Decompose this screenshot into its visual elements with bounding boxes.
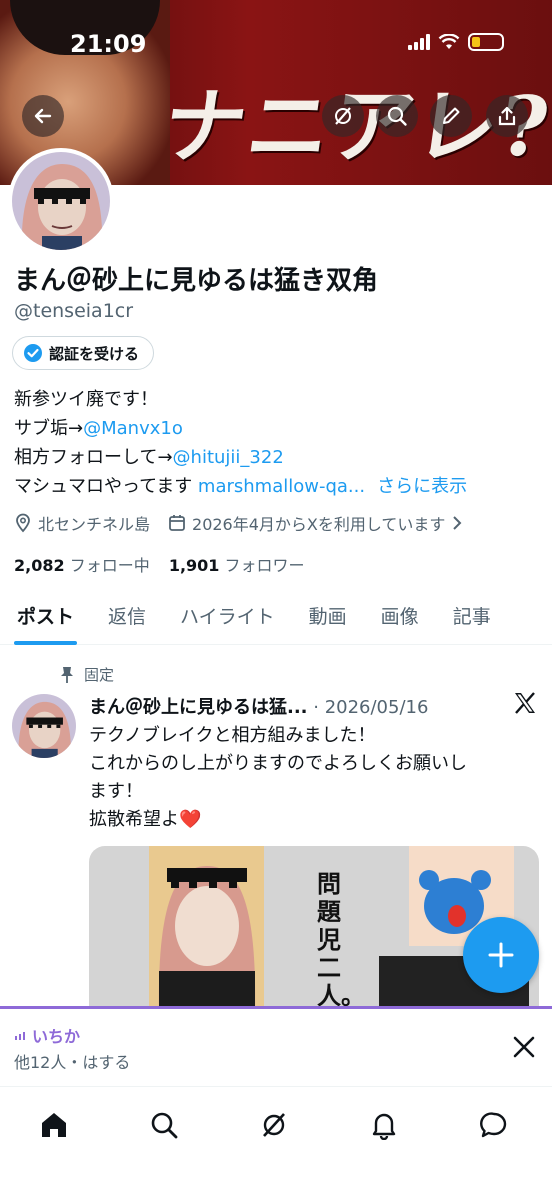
profile-avatar[interactable] <box>8 148 114 254</box>
profile-name: まん＠砂上に見ゆるは猛き双角 <box>14 266 379 296</box>
followers-link[interactable]: 1,901 フォロワー <box>169 556 305 575</box>
sub-account-link[interactable]: @Manvx1o <box>83 418 183 439</box>
grok-icon <box>263 1113 285 1137</box>
audio-bars-icon <box>15 1032 25 1040</box>
avatar-image <box>12 152 110 250</box>
close-icon[interactable] <box>512 1035 536 1059</box>
battery-icon <box>468 33 504 51</box>
signal-icon <box>408 34 430 50</box>
tab-replies[interactable]: 返信 <box>91 596 163 644</box>
verified-badge-icon <box>24 344 42 362</box>
chat-bubble-icon <box>480 1112 507 1138</box>
post-header: まん＠砂上に見ゆるは猛... · 2026/05/16 <box>89 697 429 718</box>
location-icon <box>16 513 30 533</box>
plus-icon <box>488 942 514 968</box>
grok-icon <box>335 107 351 125</box>
marshmallow-link[interactable]: marshmallow-qa... <box>198 476 365 497</box>
location-text: 北センチネル島 <box>38 515 151 534</box>
nav-search[interactable] <box>144 1105 184 1145</box>
tab-posts[interactable]: ポスト <box>0 596 91 645</box>
spaces-bar[interactable]: いちか 他12人・はする <box>0 1006 552 1086</box>
profile-tabs: ポスト 返信 ハイライト 動画 画像 記事 <box>0 596 552 645</box>
x-logo-icon[interactable] <box>512 690 538 716</box>
tab-videos[interactable]: 動画 <box>292 596 364 644</box>
nav-home[interactable] <box>34 1105 74 1145</box>
status-time: 21:09 <box>70 30 147 58</box>
status-icons <box>408 33 504 51</box>
joined-date: 2026年4月からXを利用しています <box>192 515 446 534</box>
edit-button[interactable] <box>430 95 472 137</box>
home-icon <box>42 1113 66 1137</box>
profile-meta: 北センチネル島 2026年4月からXを利用しています <box>14 511 463 535</box>
search-icon <box>151 1112 178 1139</box>
grok-button[interactable] <box>322 95 364 137</box>
tab-highlights[interactable]: ハイライト <box>163 596 292 644</box>
avatar-image <box>12 694 76 758</box>
post-date[interactable]: 2026/05/16 <box>325 697 429 718</box>
calendar-icon <box>169 515 185 531</box>
bio-line: マシュマロやってます marshmallow-qa... さらに表示 <box>14 476 468 497</box>
get-verified-label: 認証を受ける <box>49 344 140 363</box>
nav-messages[interactable] <box>474 1105 514 1145</box>
share-button[interactable] <box>486 95 528 137</box>
tab-articles[interactable]: 記事 <box>436 596 508 644</box>
bell-icon <box>372 1113 396 1140</box>
media-caption: 問題児二人。 <box>317 869 365 1010</box>
profile-bio: 新参ツイ廃です！ サブ垢→@Manvx1o 相方フォローして→@hitujii_… <box>14 385 467 501</box>
pin-icon <box>61 666 73 683</box>
pinned-indicator: 固定 <box>60 664 114 685</box>
bio-line: 相方フォローして→@hitujii_322 <box>14 447 284 468</box>
get-verified-button[interactable]: 認証を受ける <box>12 336 155 370</box>
following-link[interactable]: 2,082 フォロー中 <box>14 556 150 575</box>
bio-line: サブ垢→@Manvx1o <box>14 418 183 439</box>
show-more-link[interactable]: さらに表示 <box>377 476 467 497</box>
tab-images[interactable]: 画像 <box>364 596 436 644</box>
share-icon <box>498 106 516 126</box>
nav-grok[interactable] <box>254 1105 294 1145</box>
back-button[interactable] <box>22 95 64 137</box>
compose-button[interactable] <box>463 917 539 993</box>
follow-counts: 2,082 フォロー中 1,901 フォロワー <box>14 552 305 576</box>
arrow-left-icon <box>34 108 52 124</box>
space-subtitle: 他12人・はする <box>14 1053 131 1072</box>
nav-notifications[interactable] <box>364 1105 404 1145</box>
profile-handle: @tenseia1cr <box>14 300 134 322</box>
bottom-nav <box>0 1086 552 1201</box>
bio-line: 新参ツイ廃です！ <box>14 389 158 410</box>
search-icon <box>387 106 407 126</box>
chevron-right-icon[interactable] <box>451 515 463 531</box>
search-button[interactable] <box>376 95 418 137</box>
post-text: テクノブレイクと相方組みました！ これからのし上がりますのでよろしくお願いし ま… <box>89 725 467 830</box>
partner-account-link[interactable]: @hitujii_322 <box>173 447 284 468</box>
pencil-icon <box>443 107 460 124</box>
post-author[interactable]: まん＠砂上に見ゆるは猛... <box>89 697 308 718</box>
wifi-icon <box>438 34 460 49</box>
space-host: いちか <box>14 1023 80 1047</box>
post-avatar[interactable] <box>12 694 76 758</box>
